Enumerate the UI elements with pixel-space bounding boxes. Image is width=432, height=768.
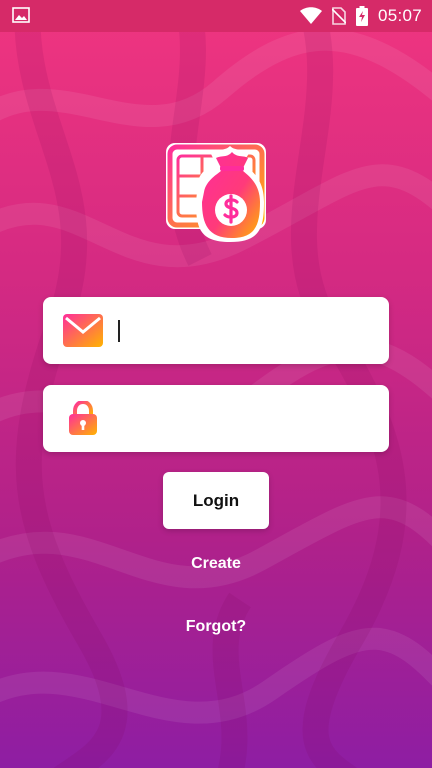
lock-icon — [69, 401, 97, 435]
forgot-password-link[interactable]: Forgot? — [0, 618, 432, 636]
password-field[interactable] — [43, 385, 389, 452]
wifi-icon — [299, 7, 322, 24]
email-field[interactable] — [43, 297, 389, 364]
battery-charging-icon — [355, 6, 368, 26]
email-input[interactable] — [117, 315, 376, 347]
password-input[interactable] — [117, 403, 376, 435]
login-button[interactable]: Login — [163, 472, 269, 529]
money-bag-card-icon — [166, 143, 266, 242]
no-sim-icon — [331, 7, 346, 25]
image-icon — [12, 7, 30, 23]
create-account-link[interactable]: Create — [0, 555, 432, 573]
status-time: 05:07 — [377, 6, 422, 25]
text-caret — [118, 320, 120, 342]
background-swirl-pattern — [0, 0, 432, 768]
mail-icon — [63, 314, 103, 347]
status-bar: 05:07 — [0, 0, 432, 32]
